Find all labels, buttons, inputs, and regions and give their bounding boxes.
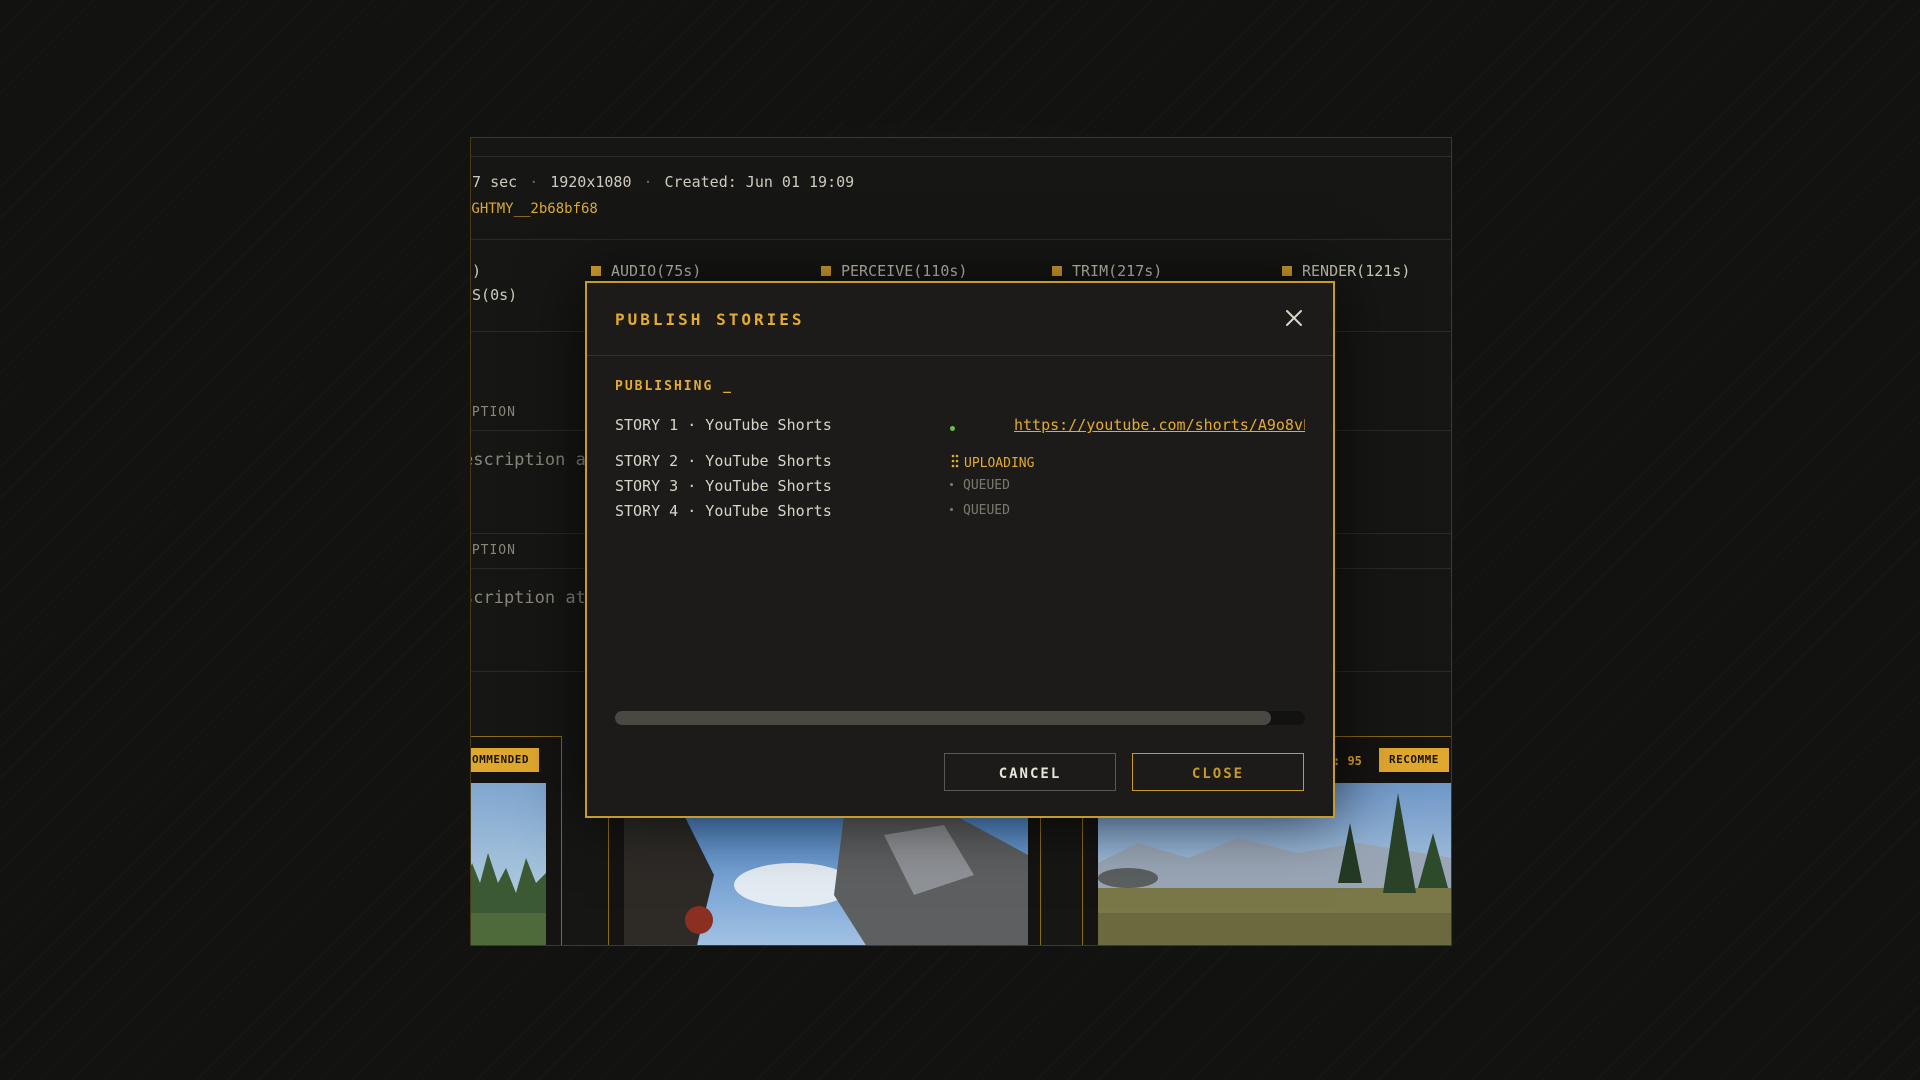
- dialog-title: PUBLISH STORIES: [615, 310, 805, 329]
- queued-dot-icon: [950, 483, 953, 486]
- dialog-header: PUBLISH STORIES: [587, 283, 1333, 356]
- publish-stories-dialog: PUBLISH STORIES PUBLISHING _ STORY 1 · Y…: [585, 281, 1335, 818]
- published-link[interactable]: https://youtube.com/shorts/A9o8vEs: [1014, 416, 1305, 434]
- story-status: UPLOADING: [950, 453, 1034, 473]
- status-label: UPLOADING: [964, 456, 1035, 471]
- story-name: STORY 2 · YouTube Shorts: [615, 452, 832, 470]
- close-icon[interactable]: [1283, 307, 1305, 329]
- story-row: STORY 2 · YouTube Shorts UPLOADING: [615, 452, 1305, 472]
- cancel-button[interactable]: CANCEL: [944, 753, 1116, 791]
- success-dot-icon: [950, 420, 955, 435]
- progress-fill: [615, 711, 1271, 725]
- story-row: STORY 1 · YouTube Shorts https://youtube…: [615, 416, 1305, 436]
- story-name: STORY 3 · YouTube Shorts: [615, 477, 832, 495]
- queued-dot-icon: [950, 508, 953, 511]
- status-label: QUEUED: [963, 478, 1010, 493]
- story-status: QUEUED: [950, 503, 1010, 518]
- publish-progress-bar: [615, 711, 1305, 725]
- publishing-status-heading: PUBLISHING _: [615, 379, 733, 394]
- story-name: STORY 1 · YouTube Shorts: [615, 416, 832, 434]
- close-button[interactable]: CLOSE: [1132, 753, 1304, 791]
- spinner-icon: [950, 453, 960, 473]
- story-status: QUEUED: [950, 478, 1010, 493]
- status-label: QUEUED: [963, 503, 1010, 518]
- modal-overlay: PUBLISH STORIES PUBLISHING _ STORY 1 · Y…: [0, 0, 1920, 1080]
- story-row: STORY 4 · YouTube Shorts QUEUED: [615, 502, 1305, 522]
- story-row: STORY 3 · YouTube Shorts QUEUED: [615, 477, 1305, 497]
- story-name: STORY 4 · YouTube Shorts: [615, 502, 832, 520]
